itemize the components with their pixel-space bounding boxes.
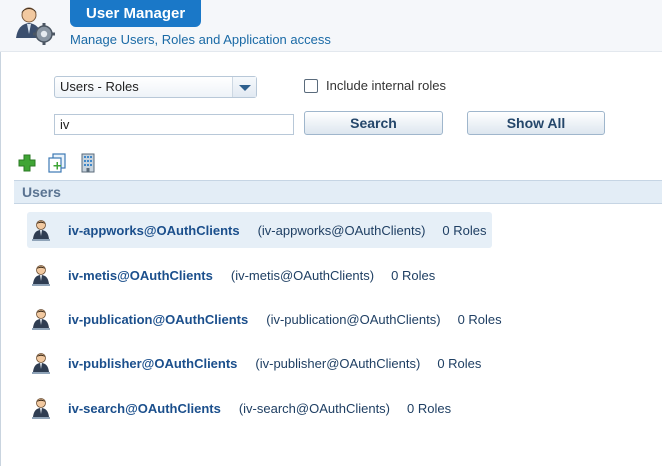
- users-section-heading: Users: [14, 180, 662, 204]
- user-icon: [32, 265, 50, 286]
- view-select-value: Users - Roles: [60, 79, 139, 94]
- user-description: (iv-publication@OAuthClients): [266, 311, 441, 327]
- app-header: User Manager Manage Users, Roles and App…: [0, 0, 662, 52]
- view-select[interactable]: Users - Roles: [54, 76, 257, 98]
- user-row[interactable]: iv-search@OAuthClients (iv-search@OAuthC…: [27, 390, 451, 426]
- user-row[interactable]: iv-publication@OAuthClients (iv-publicat…: [27, 301, 502, 337]
- user-description: (iv-publisher@OAuthClients): [255, 355, 421, 371]
- page-subtitle: Manage Users, Roles and Application acce…: [70, 32, 331, 47]
- user-roles-count: 0 Roles: [442, 222, 487, 238]
- user-roles-count: 0 Roles: [457, 311, 502, 327]
- search-button[interactable]: Search: [304, 111, 443, 135]
- include-internal-roles-checkbox[interactable]: [304, 79, 318, 93]
- add-icon[interactable]: [17, 153, 37, 173]
- user-row[interactable]: iv-publisher@OAuthClients (iv-publisher@…: [27, 345, 481, 381]
- user-icon: [32, 353, 50, 374]
- search-input[interactable]: [54, 114, 294, 135]
- user-icon: [32, 398, 50, 419]
- user-name[interactable]: iv-appworks@OAuthClients: [68, 223, 240, 238]
- user-name[interactable]: iv-search@OAuthClients: [68, 401, 221, 416]
- user-roles-count: 0 Roles: [437, 355, 482, 371]
- user-name[interactable]: iv-metis@OAuthClients: [68, 268, 213, 283]
- copy-icon[interactable]: [47, 153, 67, 173]
- user-description: (iv-appworks@OAuthClients): [257, 222, 426, 238]
- include-internal-roles-label: Include internal roles: [326, 78, 446, 93]
- user-name[interactable]: iv-publisher@OAuthClients: [68, 356, 237, 371]
- page-title: User Manager: [70, 0, 202, 27]
- user-icon: [32, 309, 50, 330]
- user-roles-count: 0 Roles: [391, 267, 436, 283]
- user-icon: [32, 220, 50, 241]
- user-manager-logo-icon: [16, 7, 55, 45]
- chevron-down-icon[interactable]: [232, 77, 256, 97]
- user-roles-count: 0 Roles: [407, 400, 452, 416]
- user-row[interactable]: iv-metis@OAuthClients (iv-metis@OAuthCli…: [27, 257, 435, 293]
- user-row[interactable]: iv-appworks@OAuthClients (iv-appworks@OA…: [27, 212, 493, 248]
- building-icon[interactable]: [78, 153, 98, 173]
- user-description: (iv-metis@OAuthClients): [230, 267, 375, 283]
- user-description: (iv-search@OAuthClients): [238, 400, 391, 416]
- user-name[interactable]: iv-publication@OAuthClients: [68, 312, 248, 327]
- show-all-button[interactable]: Show All: [467, 111, 605, 135]
